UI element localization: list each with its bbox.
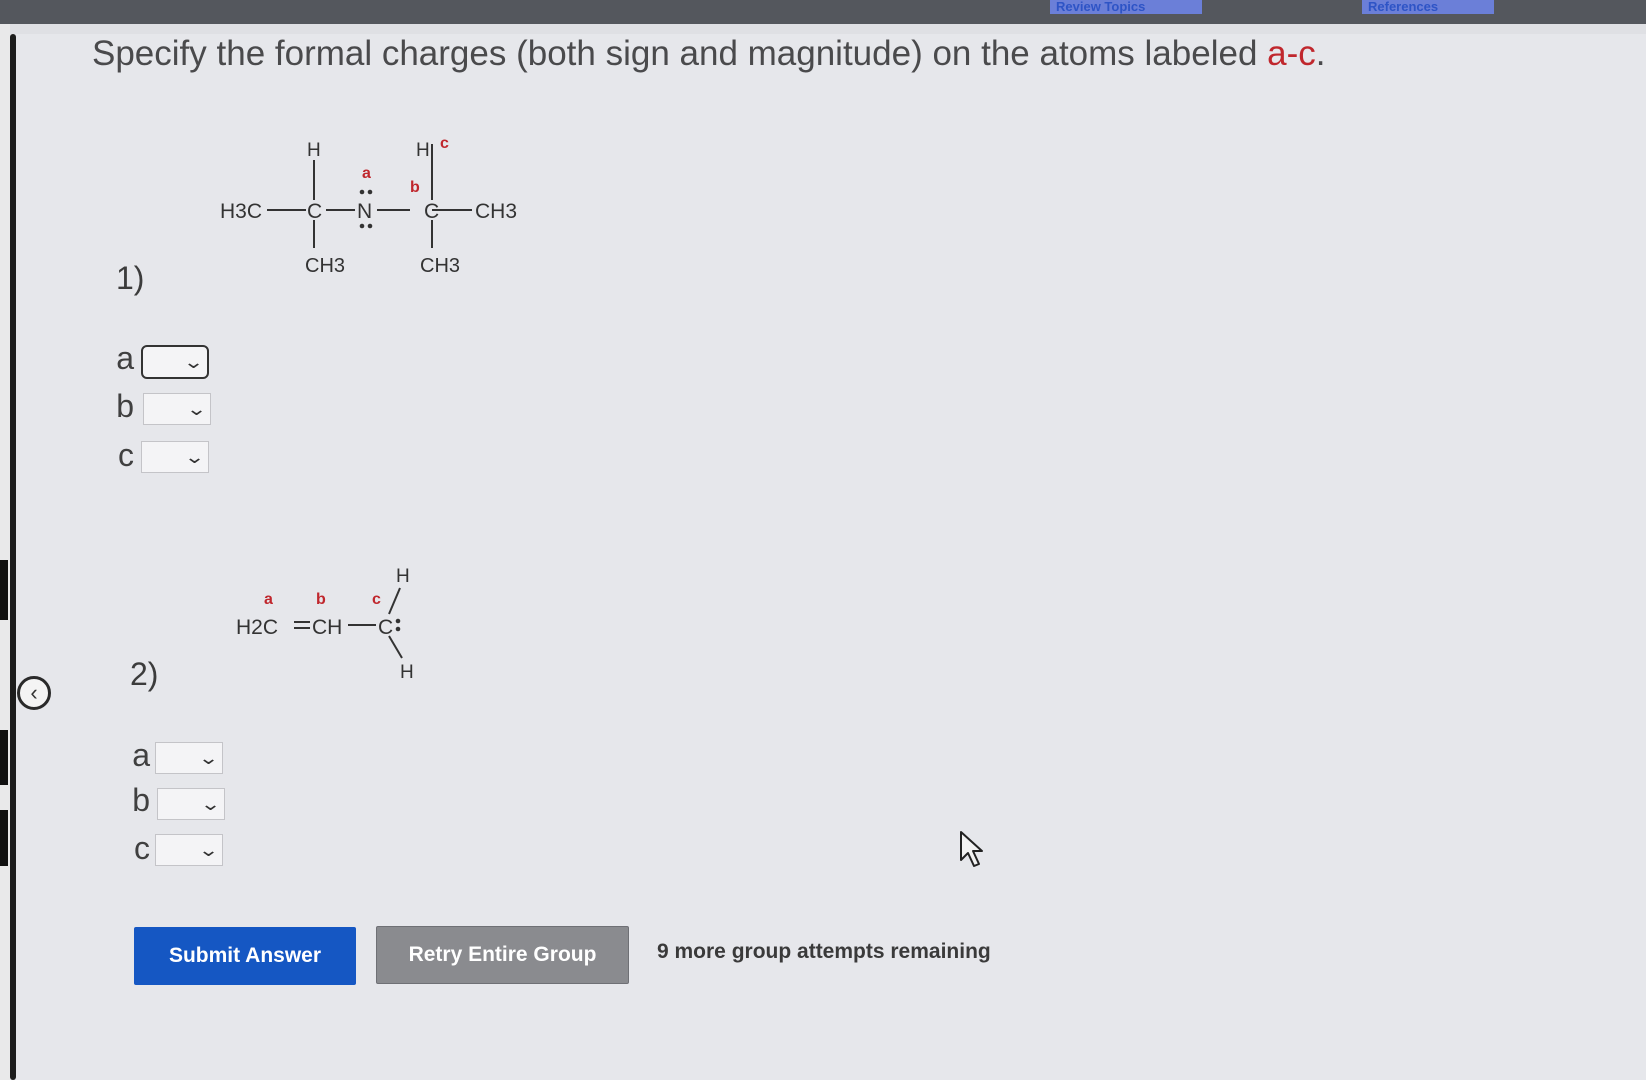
ch3-right: CH3 — [475, 200, 517, 223]
chevron-down-icon: ⌄ — [197, 747, 220, 768]
review-topics-link[interactable]: Review Topics — [1050, 0, 1202, 14]
chevron-down-icon: ⌄ — [197, 839, 220, 860]
hydrogen-top-2: H — [416, 140, 430, 161]
label-a: a — [362, 165, 371, 182]
ch-group: CH — [312, 616, 342, 639]
hydrogen-top-1: H — [307, 140, 321, 161]
structure-2: H2C CH C H H a b c — [236, 566, 414, 683]
question-prompt: Specify the formal charges (both sign an… — [92, 34, 1326, 74]
carbon-c: C — [378, 616, 393, 639]
edge-bar — [0, 810, 8, 866]
ch3-bottom-1: CH3 — [305, 255, 345, 277]
chevron-down-icon: ⌄ — [183, 446, 206, 467]
field-label-c: c — [118, 437, 134, 473]
formal-charge-select-1c[interactable]: ⌄ — [141, 441, 209, 473]
question-end: . — [1315, 34, 1326, 73]
formal-charge-select-2a[interactable]: ⌄ — [155, 742, 223, 774]
field-label-b: b — [132, 782, 150, 818]
formal-charge-select-2b[interactable]: ⌄ — [157, 788, 225, 820]
left-pane — [0, 24, 10, 1080]
edge-bar — [0, 730, 8, 785]
submit-answer-button[interactable]: Submit Answer — [134, 927, 356, 985]
lone-pair-dots — [395, 618, 401, 632]
ch3-bottom-2: CH3 — [420, 255, 460, 277]
hydrogen-bottom: H — [400, 662, 414, 683]
field-label-c: c — [134, 830, 150, 866]
references-link[interactable]: References — [1362, 0, 1494, 14]
label-b: b — [410, 179, 420, 196]
carbon-b: C — [424, 200, 439, 223]
h2c-group: H2C — [236, 616, 278, 639]
field-label-a: a — [132, 737, 150, 773]
chevron-left-icon: ‹ — [30, 680, 38, 705]
carbon-1: C — [307, 200, 322, 223]
problem-1-number: 1) — [116, 260, 145, 296]
label-c: c — [440, 135, 449, 152]
structure-1: H3C C N C CH3 H H CH3 CH3 a b c — [220, 135, 517, 277]
formal-charge-select-1b[interactable]: ⌄ — [143, 393, 211, 425]
problem-2-number: 2) — [130, 656, 159, 692]
label-a: a — [264, 591, 273, 608]
nitrogen-a: N — [357, 200, 372, 223]
field-label-a: a — [116, 340, 134, 376]
formal-charge-select-2c[interactable]: ⌄ — [155, 834, 223, 866]
retry-entire-group-button[interactable]: Retry Entire Group — [376, 926, 629, 984]
h3c-group: H3C — [220, 200, 262, 223]
collapse-panel-button[interactable]: ‹ — [17, 676, 51, 710]
mouse-cursor-icon — [960, 831, 983, 867]
question-text: Specify the formal charges (both sign an… — [92, 34, 1268, 73]
field-label-b: b — [116, 388, 134, 424]
hydrogen-top: H — [396, 566, 410, 587]
chevron-down-icon: ⌄ — [199, 793, 222, 814]
top-bar: Review Topics References — [0, 0, 1646, 24]
label-b: b — [316, 591, 326, 608]
chevron-down-icon: ⌄ — [182, 351, 205, 372]
chevron-down-icon: ⌄ — [185, 398, 208, 419]
attempts-remaining-text: 9 more group attempts remaining — [657, 940, 991, 963]
question-highlight: a-c — [1267, 34, 1316, 73]
label-c: c — [372, 591, 381, 608]
edge-bar — [0, 560, 8, 620]
frame-border — [10, 34, 16, 1080]
formal-charge-select-1a[interactable]: ⌄ — [141, 345, 209, 379]
